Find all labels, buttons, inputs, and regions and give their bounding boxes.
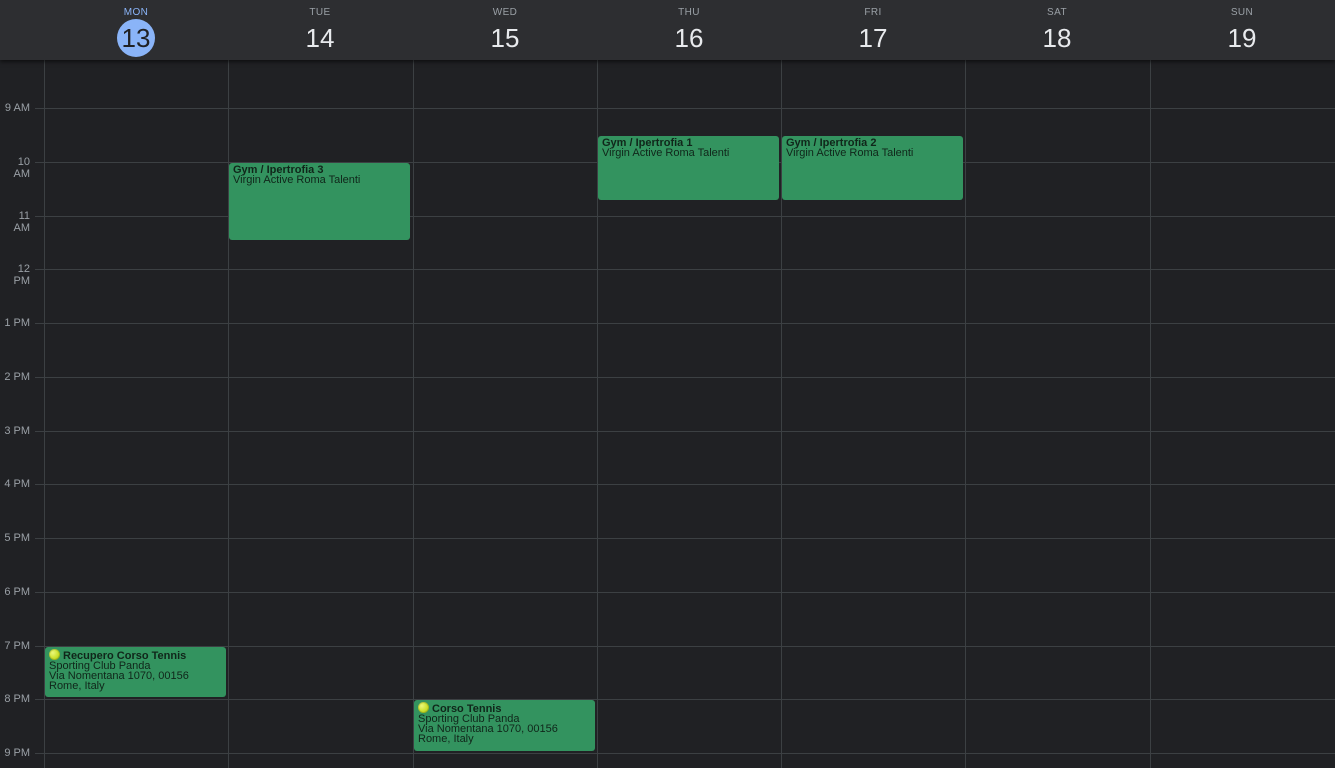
day-of-week-label: TUE <box>309 7 331 18</box>
hour-label: 10 AM <box>13 156 31 180</box>
hour-label: 12 PM <box>13 263 31 287</box>
hour-gridline <box>35 431 1335 432</box>
calendar-event[interactable]: Gym / Ipertrofia 3 Virgin Active Roma Tal… <box>229 163 410 240</box>
hour-label: 5 PM <box>4 532 30 544</box>
day-number[interactable]: 13 <box>117 19 155 57</box>
hour-label: 6 PM <box>4 586 30 598</box>
week-header: MON 13 TUE 14 WED 15 THU 16 FRI 17 SAT 18 SUN 19 <box>0 0 1335 60</box>
day-header-thu[interactable]: THU 16 <box>597 0 781 60</box>
day-column-divider <box>413 45 414 768</box>
day-of-week-label: WED <box>492 7 518 18</box>
hour-gridline <box>35 269 1335 270</box>
day-header-sun[interactable]: SUN 19 <box>1150 0 1334 60</box>
day-header-fri[interactable]: FRI 17 <box>781 0 965 60</box>
hour-gridline <box>35 323 1335 324</box>
day-header-sat[interactable]: SAT 18 <box>965 0 1149 60</box>
day-of-week-label: THU <box>678 7 700 18</box>
calendar-event[interactable]: Gym / Ipertrofia 2 Virgin Active Roma Tal… <box>782 136 963 200</box>
week-calendar: MON 13 TUE 14 WED 15 THU 16 FRI 17 SAT 18 SUN 19 9 AM… <box>0 0 1335 768</box>
tennis-ball-icon <box>49 649 60 660</box>
event-location: Virgin Active Roma Talenti <box>602 147 730 159</box>
day-of-week-label: MON <box>123 7 149 18</box>
day-of-week-label: SUN <box>1230 7 1254 18</box>
hour-label: 9 AM <box>4 102 30 114</box>
day-header-tue[interactable]: TUE 14 <box>228 0 412 60</box>
calendar-event[interactable]: Recupero Corso Tennis Sporting Club Panda… <box>45 647 226 697</box>
event-address: Via Nomentana 1070, 00156 Rome, Italy <box>418 723 558 745</box>
calendar-event[interactable]: Gym / Ipertrofia 1 Virgin Active Roma Tal… <box>598 136 779 200</box>
hour-label: 4 PM <box>4 478 30 490</box>
hour-label: 8 PM <box>4 693 30 705</box>
tennis-ball-icon <box>418 702 429 713</box>
hour-gridline <box>35 108 1335 109</box>
event-location: Virgin Active Roma Talenti <box>786 147 914 159</box>
day-column-divider <box>228 45 229 768</box>
day-header-mon[interactable]: MON 13 <box>44 0 228 60</box>
calendar-event[interactable]: Corso Tennis Sporting Club Panda Via Nomen… <box>414 700 595 751</box>
day-header-wed[interactable]: WED 15 <box>413 0 597 60</box>
day-column-divider <box>965 45 966 768</box>
hour-gridline <box>35 484 1335 485</box>
hour-gridline <box>35 592 1335 593</box>
hour-label: 11 AM <box>13 210 31 234</box>
day-number[interactable]: 17 <box>854 19 892 57</box>
day-column-divider <box>1150 45 1151 768</box>
day-number[interactable]: 14 <box>301 19 339 57</box>
event-address: Via Nomentana 1070, 00156 Rome, Italy <box>49 670 189 692</box>
day-of-week-label: SAT <box>1047 7 1067 18</box>
day-number[interactable]: 16 <box>670 19 708 57</box>
hour-label: 1 PM <box>4 317 30 329</box>
day-number[interactable]: 15 <box>486 19 524 57</box>
event-location: Virgin Active Roma Talenti <box>233 174 361 186</box>
hour-label: 3 PM <box>4 425 30 437</box>
hour-label: 9 PM <box>4 747 30 759</box>
day-of-week-label: FRI <box>864 7 882 18</box>
hour-gridline <box>35 377 1335 378</box>
hour-label: 7 PM <box>4 640 30 652</box>
hour-gridline <box>35 699 1335 700</box>
hour-label: 2 PM <box>4 371 30 383</box>
hour-gridline <box>35 646 1335 647</box>
day-number[interactable]: 18 <box>1038 19 1076 57</box>
hour-gridline <box>35 753 1335 754</box>
day-number[interactable]: 19 <box>1223 19 1261 57</box>
hour-gridline <box>35 538 1335 539</box>
